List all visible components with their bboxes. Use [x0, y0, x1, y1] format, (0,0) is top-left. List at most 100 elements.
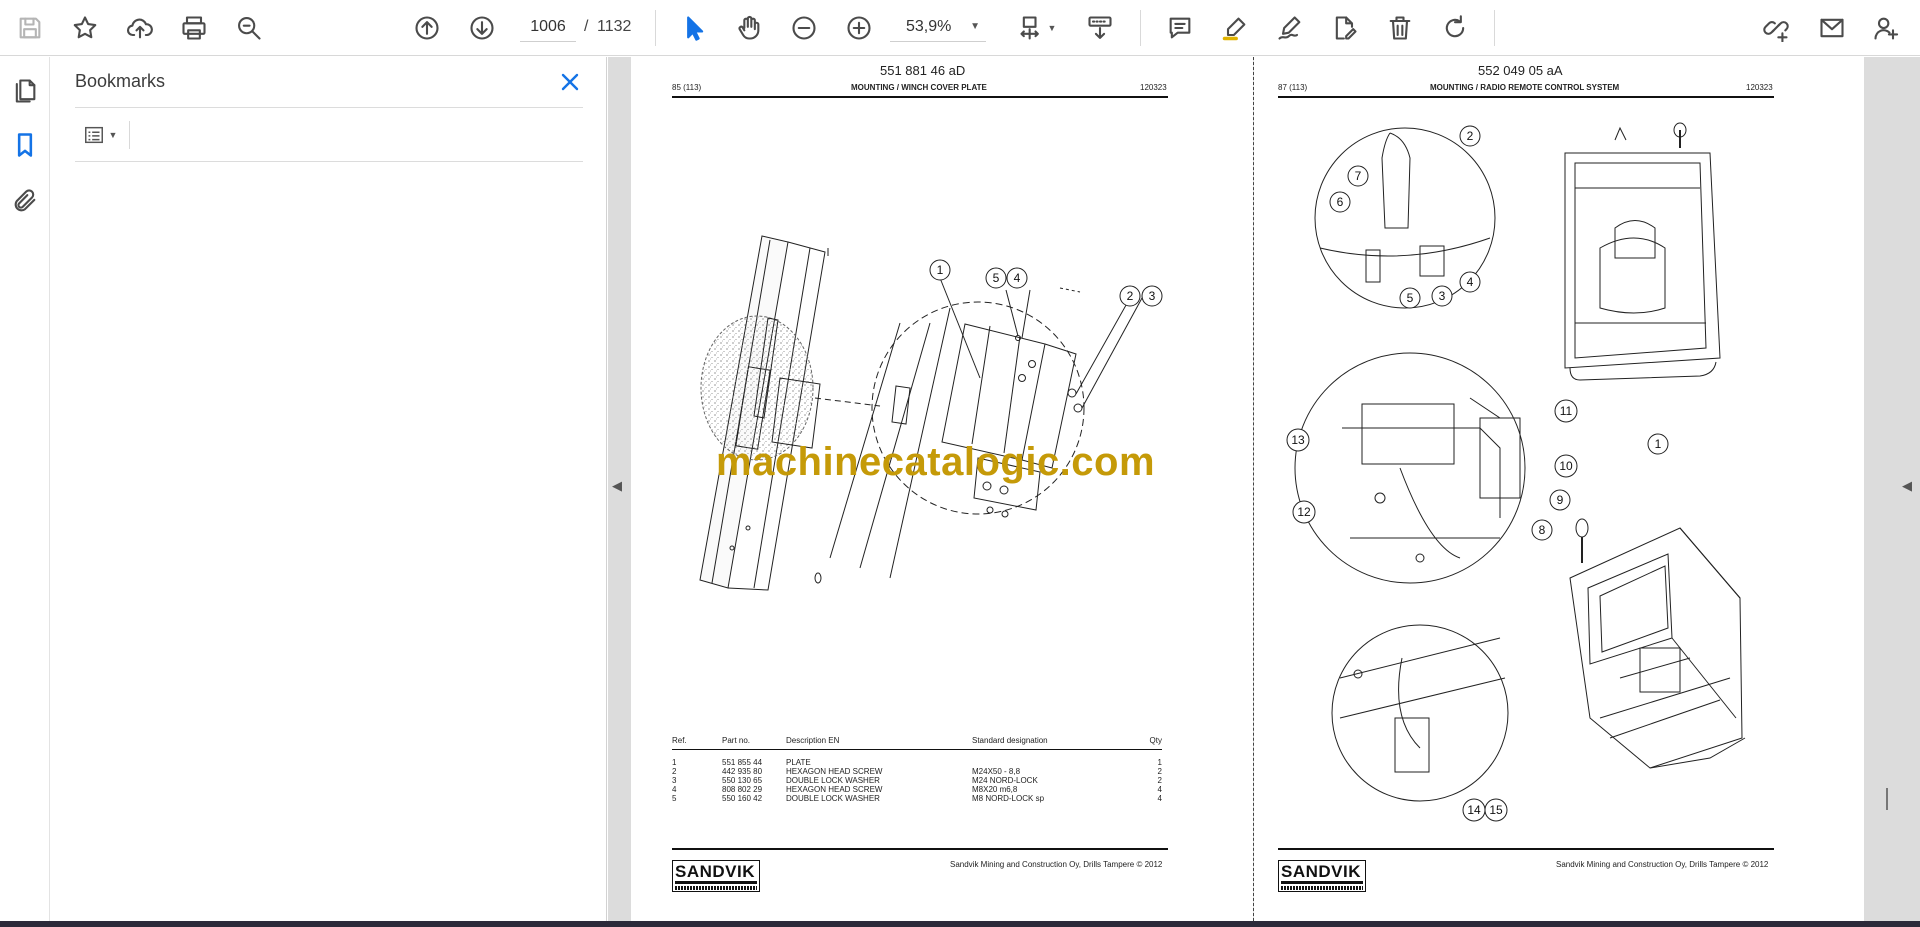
callout-label: 9: [1557, 493, 1564, 507]
panel-divider: [75, 161, 583, 162]
share-link-icon[interactable]: [1758, 10, 1794, 46]
page-separator: /: [584, 18, 589, 35]
col-description: Description EN: [786, 736, 840, 745]
collapse-left-panel-icon[interactable]: ◀: [612, 478, 622, 494]
toolbar-divider: [1140, 10, 1141, 46]
toolbar-divider: [655, 10, 656, 46]
bookmark-options-button[interactable]: ▼: [75, 117, 125, 153]
panel-separator: [129, 121, 130, 149]
doc-number: 551 881 46 aD: [880, 63, 966, 78]
zoom-in-icon[interactable]: [841, 10, 877, 46]
page-heading: MOUNTING / WINCH COVER PLATE: [851, 83, 987, 92]
callout-label: 7: [1355, 169, 1362, 183]
panel-divider: [75, 107, 583, 108]
callout-label: 6: [1337, 195, 1344, 209]
radio-remote-control-drawing: 2 7 6 5 3 4 11 1 13 10 9 12 8 14 15: [1270, 118, 1780, 828]
page-number-input[interactable]: [520, 12, 576, 42]
callout-label: 2: [1127, 289, 1134, 303]
winch-cover-plate-drawing: 1 5 4 2 3: [660, 228, 1180, 598]
date-code: 120323: [1746, 83, 1773, 92]
header-rule: [672, 96, 1168, 98]
zoom-level-dropdown[interactable]: 53,9% ▼: [890, 12, 986, 42]
callout-label: 13: [1291, 433, 1305, 447]
star-icon[interactable]: [67, 10, 103, 46]
callout-label: 4: [1467, 275, 1474, 289]
callout-label: 1: [1655, 437, 1662, 451]
page-fit-icon[interactable]: ▼: [1012, 10, 1062, 46]
col-standard: Standard designation: [972, 736, 1048, 745]
callout-label: 1: [937, 263, 944, 277]
callout-label: 11: [1560, 404, 1573, 418]
page-footer: Sandvik Mining and Construction Oy, Dril…: [1556, 860, 1769, 869]
hand-icon[interactable]: [731, 10, 767, 46]
edit-document-icon[interactable]: [1327, 10, 1363, 46]
col-qty: Qty: [1149, 736, 1162, 745]
navigation-rail: [0, 57, 50, 921]
zoom-level-value: 53,9%: [906, 17, 952, 35]
footer-rule: [1278, 848, 1774, 850]
page-gutter: [1253, 57, 1254, 921]
bookmark-icon[interactable]: [7, 127, 43, 163]
callout-label: 14: [1467, 803, 1481, 817]
date-code: 120323: [1140, 83, 1167, 92]
arrow-down-circle-icon[interactable]: [464, 10, 500, 46]
callout-label: 2: [1467, 129, 1474, 143]
page-total: 1132: [597, 18, 632, 35]
page-ref: 85 (113): [672, 83, 702, 92]
callout-label: 5: [993, 271, 1000, 285]
callout-label: 12: [1297, 505, 1311, 519]
sandvik-logo: SANDVIK: [672, 860, 760, 892]
printer-icon[interactable]: [176, 10, 212, 46]
scrollbar-thumb[interactable]: [1886, 788, 1888, 810]
trash-icon[interactable]: [1382, 10, 1418, 46]
search-icon[interactable]: [231, 10, 267, 46]
cloud-upload-icon[interactable]: [122, 10, 158, 46]
email-icon[interactable]: [1814, 10, 1850, 46]
callout-label: 5: [1407, 291, 1414, 305]
col-part-no: Part no.: [722, 736, 751, 745]
rotate-icon[interactable]: [1437, 10, 1473, 46]
callout-label: 3: [1149, 289, 1156, 303]
expand-right-panel-icon[interactable]: ◀: [1902, 478, 1912, 494]
pointer-icon[interactable]: [676, 10, 712, 46]
scroll-mode-icon[interactable]: [1082, 10, 1118, 46]
header-rule: [1278, 96, 1774, 98]
table-row: 3 550 130 65 DOUBLE LOCK WASHER M24 NORD…: [672, 776, 1162, 785]
callout-label: 15: [1489, 803, 1503, 817]
sandvik-logo: SANDVIK: [1278, 860, 1366, 892]
arrow-up-circle-icon[interactable]: [409, 10, 445, 46]
chevron-down-icon: ▼: [1047, 23, 1057, 33]
panel-title: Bookmarks: [75, 71, 166, 91]
add-user-icon[interactable]: [1868, 10, 1904, 46]
col-ref: Ref.: [672, 736, 687, 745]
toolbar-divider: [1494, 10, 1495, 46]
callout-label: 3: [1439, 289, 1446, 303]
zoom-out-icon[interactable]: [786, 10, 822, 46]
table-row: 2 442 935 80 HEXAGON HEAD SCREW M24X50 -…: [672, 767, 1162, 776]
sign-icon[interactable]: [1272, 10, 1308, 46]
chevron-down-icon: ▼: [108, 130, 118, 140]
parts-list-table: Ref. Part no. Description EN Standard de…: [672, 736, 1162, 803]
footer-rule: [672, 848, 1168, 850]
callout-label: 10: [1559, 459, 1573, 473]
table-row: 1 551 855 44 PLATE 1: [672, 758, 1162, 767]
highlighter-icon[interactable]: [1217, 10, 1253, 46]
main-toolbar: / 1132 53,9% ▼ ▼: [0, 0, 1920, 56]
watermark-text: machinecatalogic.com: [716, 440, 1156, 484]
table-row: 4 808 802 29 HEXAGON HEAD SCREW M8X20 m6…: [672, 785, 1162, 794]
parts-table-header: Ref. Part no. Description EN Standard de…: [672, 736, 1162, 750]
taskbar-strip: [0, 921, 1920, 927]
callout-label: 4: [1014, 271, 1021, 285]
close-icon[interactable]: [555, 67, 585, 97]
chevron-down-icon: ▼: [970, 21, 980, 32]
bookmarks-panel: Bookmarks ▼: [51, 57, 607, 921]
bookmark-options-icon: [84, 126, 103, 144]
callout-label: 8: [1539, 523, 1546, 537]
page-thumbnails-icon[interactable]: [7, 73, 43, 109]
page-heading: MOUNTING / RADIO REMOTE CONTROL SYSTEM: [1430, 83, 1620, 92]
table-row: 5 550 160 42 DOUBLE LOCK WASHER M8 NORD-…: [672, 794, 1162, 803]
doc-number: 552 049 05 aA: [1478, 63, 1563, 78]
paperclip-icon[interactable]: [7, 183, 43, 219]
save-icon[interactable]: [12, 10, 48, 46]
comment-icon[interactable]: [1162, 10, 1198, 46]
